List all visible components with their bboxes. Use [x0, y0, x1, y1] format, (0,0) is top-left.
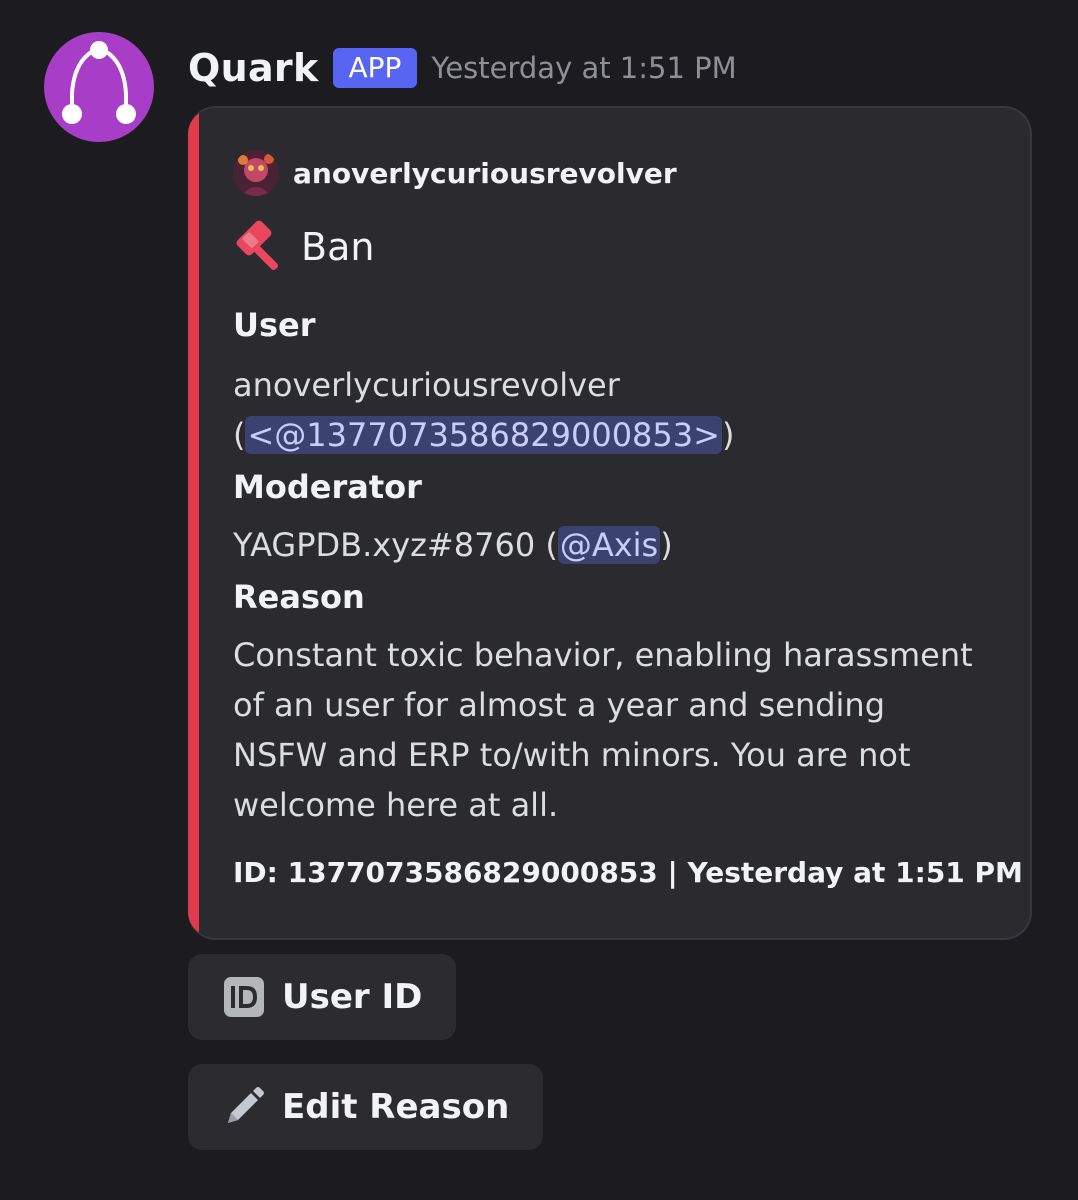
reason-line: welcome here at all.	[233, 786, 559, 824]
field-value-moderator: YAGPDB.xyz#8760 (@Axis)	[233, 520, 673, 570]
field-name-reason: Reason	[233, 578, 365, 616]
edit-reason-button[interactable]: Edit Reason	[188, 1064, 544, 1150]
close-paren: )	[660, 526, 673, 564]
embed-color-bar	[188, 108, 199, 938]
field-name-user: User	[233, 306, 316, 344]
close-paren: )	[721, 416, 735, 454]
moderation-embed: anoverlycuriousrevolver Ban User anoverl…	[188, 106, 1032, 940]
quark-logo-icon	[62, 41, 136, 124]
embed-footer: ID: 1377073586829000853 | Yesterday at 1…	[233, 856, 1023, 889]
moderator-text: YAGPDB.xyz#8760 (	[233, 526, 558, 564]
embed-author-name: anoverlycuriousrevolver	[293, 156, 677, 190]
pencil-icon	[222, 1085, 266, 1129]
author-avatar-icon	[233, 150, 279, 196]
message-timestamp: Yesterday at 1:51 PM	[431, 51, 737, 85]
embed-author: anoverlycuriousrevolver	[233, 150, 677, 196]
reason-line: of an user for almost a year and sending	[233, 686, 886, 724]
open-paren: (	[233, 416, 246, 454]
app-badge: APP	[332, 48, 418, 88]
embed-title: Ban	[233, 218, 374, 276]
id-card-icon	[222, 975, 266, 1019]
user-name-text: anoverlycuriousrevolver	[233, 366, 620, 404]
bot-username[interactable]: Quark	[188, 46, 319, 90]
reason-line: Constant toxic behavior, enabling harass…	[233, 636, 973, 674]
message-header: Quark APP Yesterday at 1:51 PM	[188, 40, 737, 96]
reason-line: NSFW and ERP to/with minors. You are not	[233, 736, 911, 774]
field-value-user: anoverlycuriousrevolver (<@1377073586829…	[233, 360, 734, 460]
field-name-moderator: Moderator	[233, 468, 422, 506]
moderator-mention[interactable]: @Axis	[557, 526, 661, 564]
user-id-button-label: User ID	[282, 977, 423, 1017]
user-mention[interactable]: <@1377073586829000853>	[245, 416, 722, 454]
author-avatar	[233, 150, 279, 196]
hammer-icon	[233, 218, 291, 276]
embed-title-text: Ban	[301, 225, 375, 269]
edit-reason-button-label: Edit Reason	[282, 1087, 510, 1127]
bot-avatar[interactable]	[44, 32, 154, 142]
user-id-button[interactable]: User ID	[188, 954, 457, 1040]
field-value-reason: Constant toxic behavior, enabling harass…	[233, 630, 973, 830]
user-mention-line: (<@1377073586829000853>)	[233, 410, 734, 460]
